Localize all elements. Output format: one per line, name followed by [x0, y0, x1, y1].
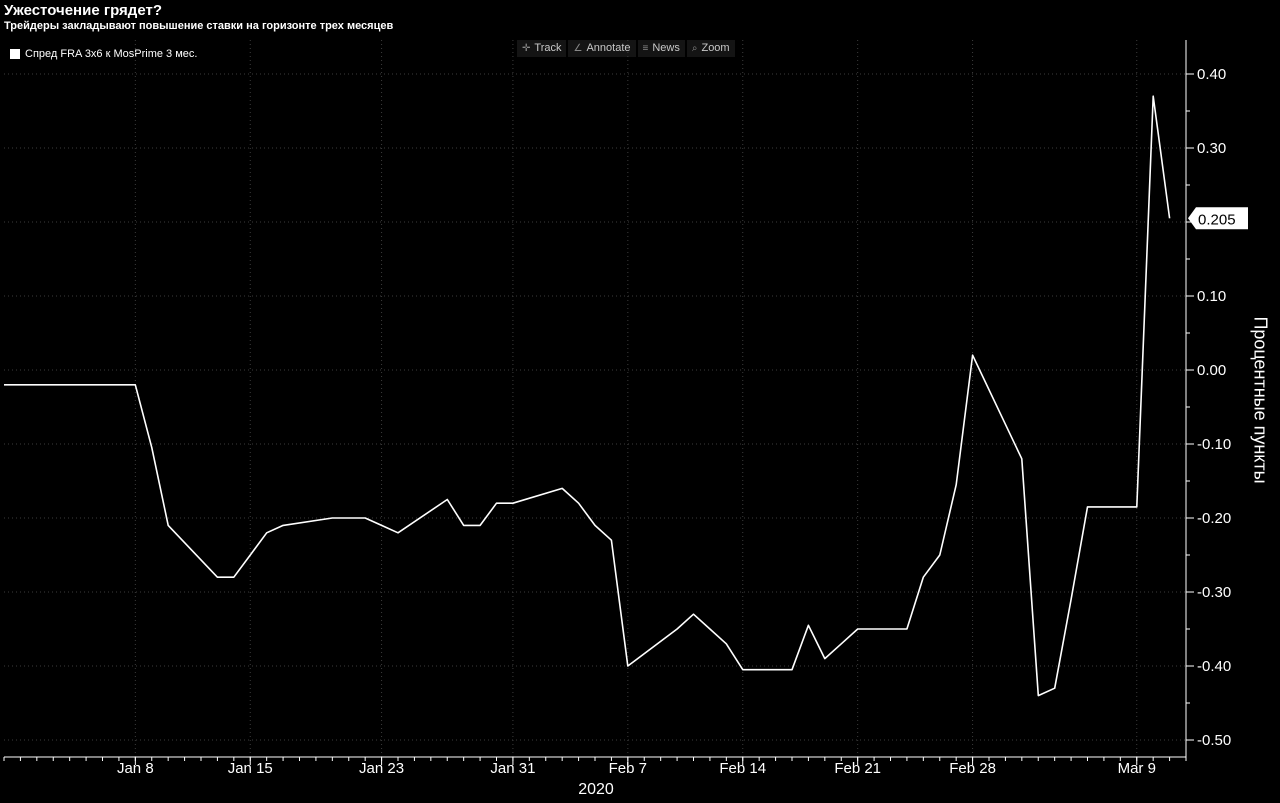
y-tick-label: 0.10	[1197, 288, 1226, 305]
x-tick-label: Feb 7	[609, 760, 647, 777]
y-axis-label: Процентные пункты	[1250, 316, 1271, 484]
x-tick-label: Jan 31	[490, 760, 535, 777]
y-tick-label: -0.30	[1197, 584, 1231, 601]
y-tick-label: -0.50	[1197, 732, 1231, 749]
x-tick-label: Feb 14	[719, 760, 766, 777]
y-tick-label: 0.30	[1197, 140, 1226, 157]
y-tick-label: 0.00	[1197, 362, 1226, 379]
x-tick-label: Jan 8	[117, 760, 154, 777]
grid	[4, 40, 1186, 757]
y-tick-label: -0.10	[1197, 436, 1231, 453]
axes	[3, 40, 1194, 765]
series-layer	[4, 95, 1171, 697]
x-axis-year-label: 2020	[578, 781, 614, 798]
labels: 0.400.300.200.100.00-0.10-0.20-0.30-0.40…	[117, 66, 1248, 798]
line-chart[interactable]: 0.400.300.200.100.00-0.10-0.20-0.30-0.40…	[0, 0, 1280, 803]
series-line	[4, 95, 1171, 697]
y-tick-label: -0.40	[1197, 658, 1231, 675]
x-tick-label: Jan 23	[359, 760, 404, 777]
x-tick-label: Feb 21	[834, 760, 881, 777]
y-tick-label: 0.40	[1197, 66, 1226, 83]
x-tick-label: Feb 28	[949, 760, 996, 777]
last-value-label: 0.205	[1198, 211, 1236, 228]
x-tick-label: Mar 9	[1118, 760, 1156, 777]
y-tick-label: -0.20	[1197, 510, 1231, 527]
x-tick-label: Jan 15	[228, 760, 273, 777]
